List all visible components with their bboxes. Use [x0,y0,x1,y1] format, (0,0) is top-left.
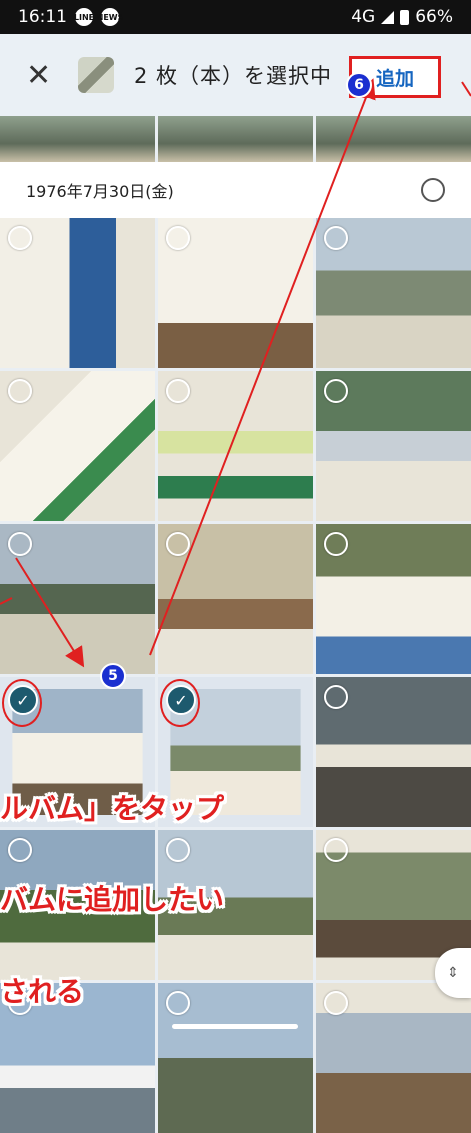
select-circle-icon [166,532,190,556]
selection-count-title: 2 枚（本）を選択中 [134,64,333,88]
home-indicator[interactable] [172,1024,298,1029]
photo-tile[interactable] [316,677,471,827]
clock: 16:11 [18,7,67,27]
photo-tile[interactable] [0,218,155,368]
select-circle-icon [166,838,190,862]
annotation-text-2: バムに追加したい [0,883,225,916]
photo-tile[interactable] [0,524,155,674]
annotation-text-1: ルバム」をタップ [0,792,225,825]
select-circle-icon [8,379,32,403]
close-icon[interactable]: ✕ [26,58,56,93]
select-circle-icon [166,226,190,250]
scroll-arrows-icon: ⇕ [447,965,459,981]
photo-tile[interactable] [158,218,313,368]
selection-thumbnail [78,57,114,93]
select-circle-icon [8,838,32,862]
annotation-text-3: される [0,975,85,1008]
step-badge-5: 5 [100,663,126,689]
photo-tile[interactable] [158,524,313,674]
battery-icon [400,9,410,25]
select-circle-icon [8,532,32,556]
news-icon: NEWS [97,8,123,26]
select-circle-icon [324,226,348,250]
photo-tile[interactable] [316,218,471,368]
select-circle-icon [324,991,348,1015]
network-type: 4G [351,7,376,27]
photo-tile[interactable] [158,371,313,521]
date-header: 1976年7月30日(金) [0,162,471,218]
photo-tile[interactable] [316,983,471,1133]
select-date-circle[interactable] [421,178,445,202]
select-circle-icon [324,685,348,709]
highlight-oval [160,679,200,727]
select-circle-icon [324,379,348,403]
status-bar: 16:11 LINE NEWS 4G 66% [0,0,471,34]
photo-tile[interactable] [316,524,471,674]
select-circle-icon [166,379,190,403]
previous-photos-strip [0,116,471,162]
select-circle-icon [324,838,348,862]
select-circle-icon [324,532,348,556]
photo-tile[interactable] [316,371,471,521]
step-badge-6: 6 [346,72,372,98]
select-circle-icon [8,226,32,250]
photo-tile[interactable] [158,983,313,1133]
signal-icon [381,10,395,24]
battery-level: 66% [415,7,453,27]
date-label: 1976年7月30日(金) [26,182,174,201]
photo-tile[interactable] [0,371,155,521]
selection-app-bar: ✕ 2 枚（本）を選択中 追加 [0,34,471,116]
line-icon: LINE [74,8,94,26]
highlight-oval [2,679,42,727]
select-circle-icon [166,991,190,1015]
